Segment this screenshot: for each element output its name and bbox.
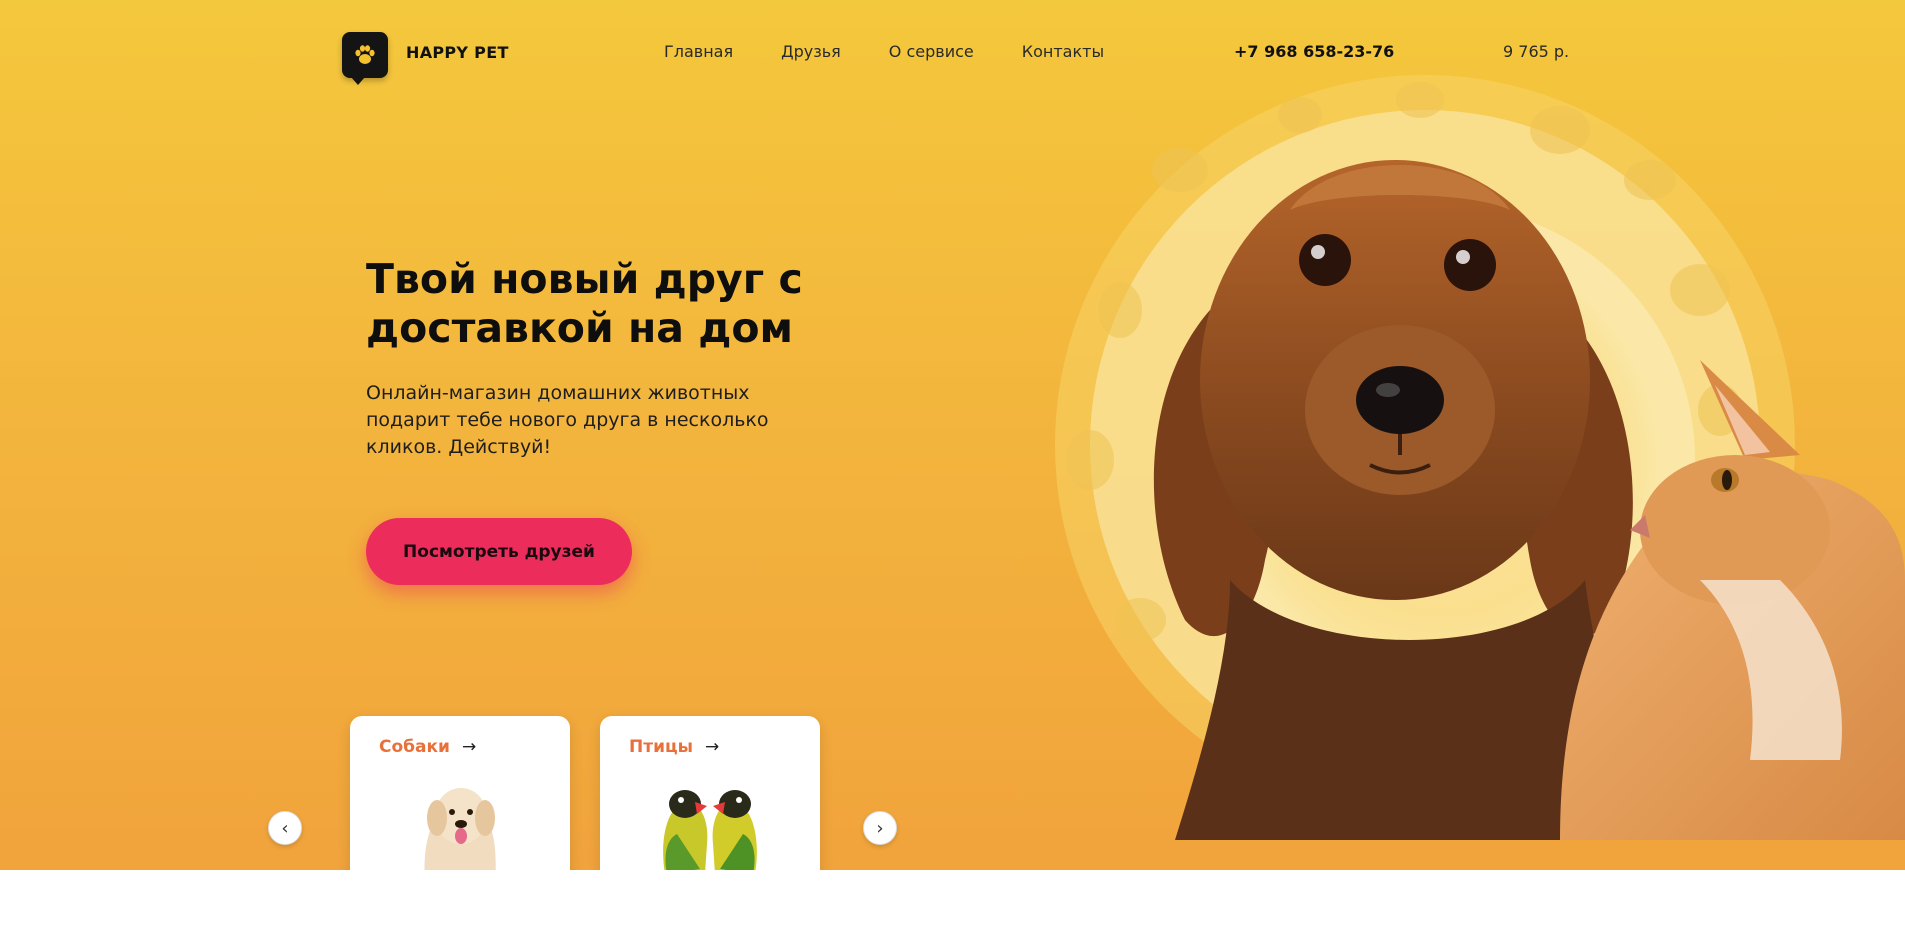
category-title-dogs[interactable]: Собаки → <box>379 737 476 757</box>
nav-item-about[interactable]: О сервисе <box>889 42 974 61</box>
category-card-dogs[interactable]: Собаки → <box>350 716 570 870</box>
parrots-photo <box>663 790 757 870</box>
hero-illustration <box>1055 75 1905 840</box>
main-nav: Главная Друзья О сервисе Контакты <box>664 42 1104 61</box>
arrow-right-icon: → <box>704 737 720 757</box>
category-label: Птицы <box>629 737 693 757</box>
hero-title: Твой новый друг с доставкой на дом <box>366 255 886 353</box>
hero-title-line-2: доставкой на дом <box>366 304 794 352</box>
brand-name[interactable]: HAPPY PET <box>406 43 509 62</box>
chevron-right-icon: › <box>876 817 884 839</box>
chevron-left-icon: ‹ <box>281 817 289 839</box>
hero-section: HAPPY PET Главная Друзья О сервисе Конта… <box>0 0 1905 870</box>
nav-item-contacts[interactable]: Контакты <box>1022 42 1104 61</box>
view-friends-button[interactable]: Посмотреть друзей <box>366 518 632 585</box>
hero-subtitle: Онлайн-магазин домашних животных подарит… <box>366 382 769 458</box>
hero-title-line-1: Твой новый друг с <box>366 255 803 303</box>
slider-prev-button[interactable]: ‹ <box>268 811 302 845</box>
category-card-birds[interactable]: Птицы → <box>600 716 820 870</box>
paw-icon <box>355 45 375 64</box>
page-bottom-band <box>0 870 1905 929</box>
category-title-birds[interactable]: Птицы → <box>629 737 719 757</box>
nav-item-home[interactable]: Главная <box>664 42 733 61</box>
category-label: Собаки <box>379 737 450 757</box>
nav-item-friends[interactable]: Друзья <box>781 42 841 61</box>
cart-total[interactable]: 9 765 р. <box>1503 42 1569 61</box>
phone-link[interactable]: +7 968 658-23-76 <box>1234 42 1394 61</box>
dog-photo <box>424 788 496 870</box>
arrow-right-icon: → <box>461 737 477 757</box>
logo[interactable] <box>342 32 388 85</box>
slider-next-button[interactable]: › <box>863 811 897 845</box>
